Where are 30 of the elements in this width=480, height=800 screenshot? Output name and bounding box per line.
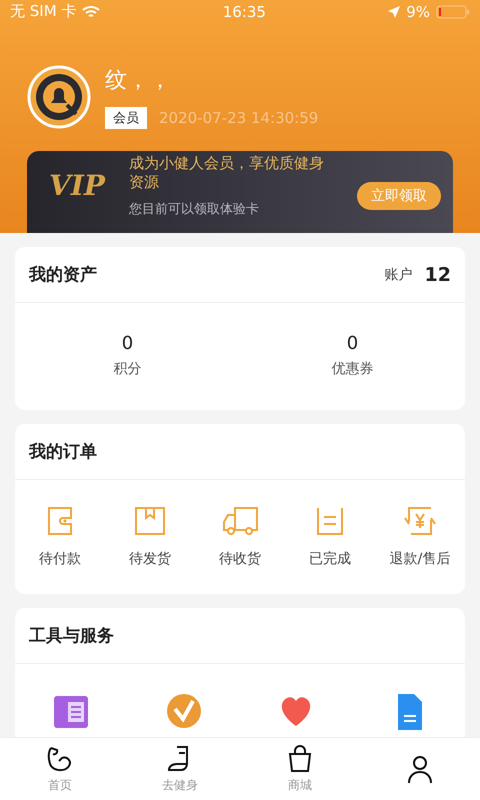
stat-label[interactable]: 优惠券 xyxy=(332,360,374,378)
user-name: 纹，， xyxy=(105,66,172,94)
order-status-link[interactable]: 待发货 xyxy=(129,550,171,568)
account-value: 12 xyxy=(424,264,451,286)
battery-icon xyxy=(436,4,470,19)
member-badge: 会员 xyxy=(105,106,147,128)
stat-label[interactable]: 积分 xyxy=(114,360,142,378)
card-title: 工具与服务 xyxy=(29,625,114,647)
order-status-link[interactable]: 退款/售后 xyxy=(390,550,450,568)
vip-subtitle: 您目前可以领取体验卡 xyxy=(129,200,260,218)
order-status-link[interactable]: 已完成 xyxy=(309,550,351,568)
card-title: 我的订单 xyxy=(29,441,97,463)
battery-text: 9% xyxy=(406,2,430,21)
check-icon[interactable] xyxy=(164,692,203,730)
location-icon xyxy=(388,6,400,18)
card-title: 我的资产 xyxy=(29,264,97,286)
order-status-link[interactable]: 待付款 xyxy=(39,550,81,568)
person-icon xyxy=(405,754,435,784)
wifi-icon xyxy=(82,4,100,19)
vip-logo: VIP xyxy=(49,169,106,202)
clock-text: 16:35 xyxy=(222,2,266,21)
order-status-link[interactable]: 待收货 xyxy=(219,550,261,568)
vip-title: 成为小健人会员，享优质健身资源 xyxy=(129,154,325,192)
date-text: 2020-07-23 14:30:59 xyxy=(159,108,318,126)
stat-value[interactable]: 0 xyxy=(122,333,134,354)
carrier-text: 无 SIM 卡 xyxy=(10,2,76,22)
truck-icon xyxy=(221,504,259,538)
avatar-icon[interactable] xyxy=(27,64,91,128)
stat-value[interactable]: 0 xyxy=(346,333,358,354)
account-label: 账户 xyxy=(384,266,413,284)
